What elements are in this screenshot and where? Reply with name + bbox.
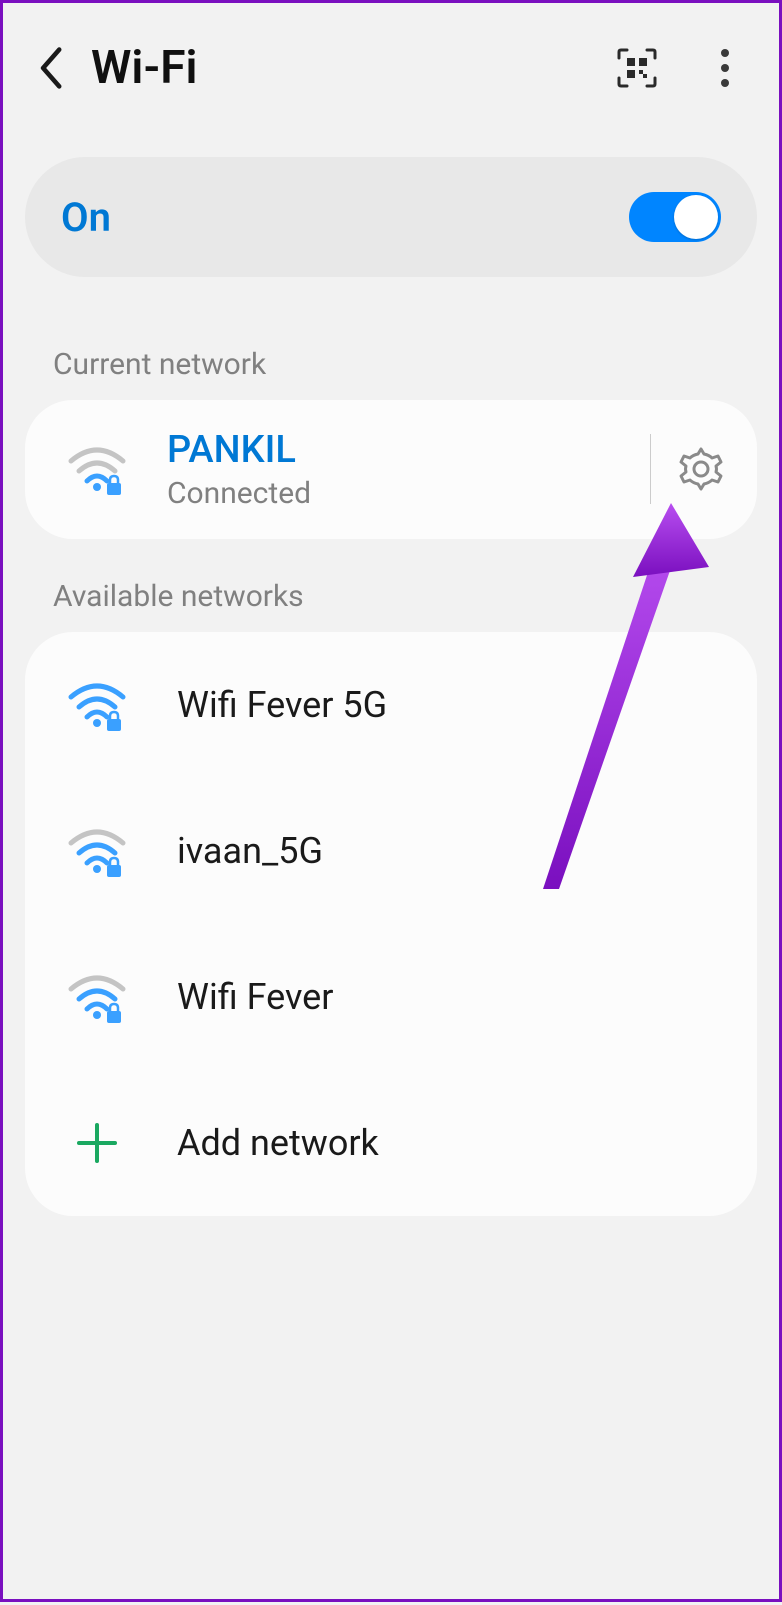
add-network-row[interactable]: Add network (25, 1070, 757, 1216)
wifi-toggle-row[interactable]: On (25, 157, 757, 277)
wifi-signal-strong-lock-icon (57, 679, 137, 731)
available-network-row[interactable]: ivaan_5G (25, 778, 757, 924)
available-network-row[interactable]: Wifi Fever 5G (25, 632, 757, 778)
current-network-name: PANKIL (167, 428, 640, 474)
current-network-row[interactable]: PANKIL Connected (25, 400, 757, 539)
wifi-signal-medium-lock-icon (57, 971, 137, 1023)
gear-icon (677, 445, 725, 493)
network-settings-button[interactable] (675, 443, 727, 495)
more-options-button[interactable] (701, 44, 749, 92)
available-network-row[interactable]: Wifi Fever (25, 924, 757, 1070)
switch-thumb (674, 195, 718, 239)
qr-code-icon (616, 47, 658, 89)
qr-scan-button[interactable] (613, 44, 661, 92)
current-network-header: Current network (3, 277, 779, 400)
chevron-left-icon (35, 45, 65, 91)
network-name: Wifi Fever 5G (177, 684, 387, 726)
plus-icon (57, 1121, 137, 1165)
more-vertical-icon (720, 47, 730, 89)
current-network-status: Connected (167, 476, 640, 511)
available-networks-card: Wifi Fever 5G ivaan_5G (25, 632, 757, 1216)
vertical-divider (650, 434, 651, 504)
network-name: ivaan_5G (177, 830, 323, 872)
available-networks-header: Available networks (3, 539, 779, 632)
wifi-signal-weak-lock-icon (57, 443, 137, 495)
network-name: Wifi Fever (177, 976, 333, 1018)
back-button[interactable] (27, 45, 73, 91)
add-network-label: Add network (177, 1122, 379, 1164)
wifi-switch[interactable] (629, 192, 721, 242)
wifi-signal-medium-lock-icon (57, 825, 137, 877)
page-title: Wi-Fi (91, 41, 613, 95)
current-network-card: PANKIL Connected (25, 400, 757, 539)
wifi-toggle-label: On (61, 194, 111, 241)
